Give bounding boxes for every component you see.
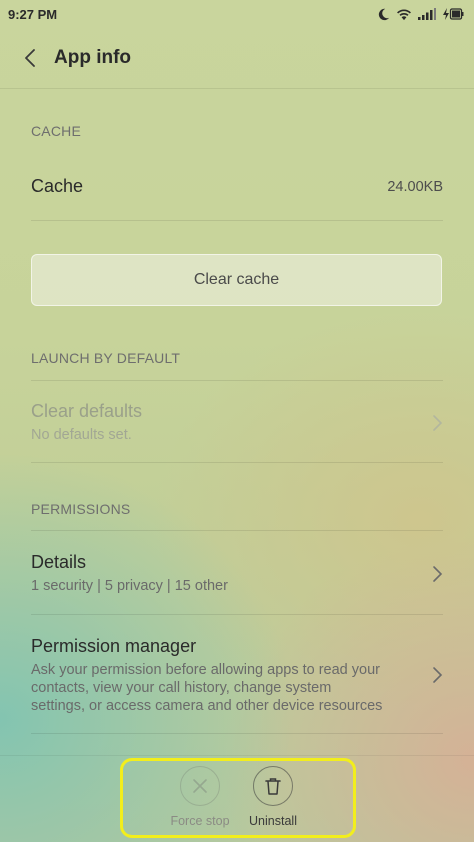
divider <box>31 733 443 734</box>
permission-manager-subtitle-line: contacts, view your call history, change… <box>31 680 332 696</box>
permission-manager-row[interactable]: Permission manager Ask your permission b… <box>31 636 443 720</box>
force-stop-button[interactable]: Force stop <box>160 766 240 828</box>
divider <box>31 462 443 463</box>
uninstall-label: Uninstall <box>249 814 297 828</box>
status-time: 9:27 PM <box>8 6 58 22</box>
bottom-bar-divider <box>0 755 474 756</box>
cache-label: Cache <box>31 176 84 196</box>
trash-icon <box>265 778 281 795</box>
permission-manager-subtitle-line: Ask your permission before allowing apps… <box>31 662 380 678</box>
details-row[interactable]: Details 1 security | 5 privacy | 15 othe… <box>31 552 443 600</box>
chevron-right-icon <box>433 566 443 582</box>
app-bar: App info <box>0 28 474 88</box>
clear-defaults-subtitle: No defaults set. <box>31 427 132 443</box>
dnd-moon-icon <box>377 8 390 21</box>
back-button[interactable] <box>18 46 42 70</box>
status-bar: 9:27 PM <box>0 0 474 28</box>
battery-charging-icon <box>442 8 464 20</box>
page-title: App info <box>54 47 132 68</box>
divider <box>31 220 443 221</box>
permission-manager-label: Permission manager <box>31 636 197 656</box>
divider <box>31 530 443 531</box>
section-header-permissions: PERMISSIONS <box>31 501 131 517</box>
chevron-left-icon <box>25 49 35 67</box>
section-header-launch-by-default: LAUNCH BY DEFAULT <box>31 350 181 366</box>
divider <box>31 614 443 615</box>
clear-cache-button[interactable]: Clear cache <box>31 254 442 306</box>
clear-defaults-label: Clear defaults <box>31 401 143 421</box>
cache-row: Cache 24.00KB <box>31 176 443 206</box>
cache-size-value: 24.00KB <box>387 179 443 195</box>
divider <box>31 380 443 381</box>
clear-defaults-row[interactable]: Clear defaults No defaults set. <box>31 401 443 451</box>
status-icons <box>377 8 464 21</box>
chevron-right-icon <box>433 667 443 683</box>
force-stop-label: Force stop <box>170 814 230 828</box>
details-subtitle: 1 security | 5 privacy | 15 other <box>31 578 228 594</box>
wifi-icon <box>396 8 412 21</box>
force-stop-circle <box>180 766 220 806</box>
close-icon <box>193 779 207 793</box>
app-bar-divider <box>0 88 474 89</box>
signal-icon <box>418 8 436 20</box>
permission-manager-subtitle-line: settings, or access camera and other dev… <box>31 698 383 714</box>
uninstall-circle <box>253 766 293 806</box>
details-label: Details <box>31 552 87 572</box>
permission-manager-subtitle: Ask your permission before allowing apps… <box>31 661 421 715</box>
uninstall-button[interactable]: Uninstall <box>233 766 313 828</box>
chevron-right-icon <box>433 415 443 431</box>
section-header-cache: CACHE <box>31 123 82 139</box>
